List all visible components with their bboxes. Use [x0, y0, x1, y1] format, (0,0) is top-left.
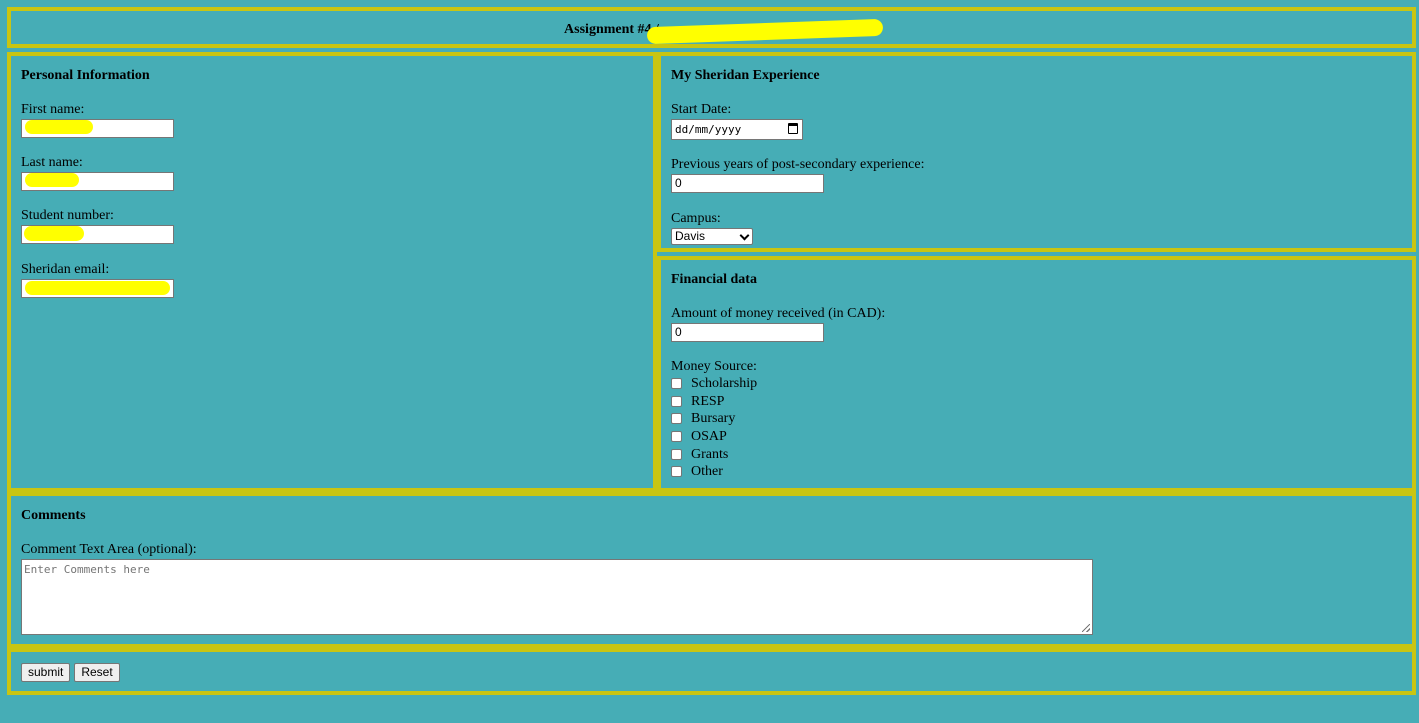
comment-textarea[interactable]: Enter Comments here [21, 559, 1093, 635]
amount-input[interactable]: 0 [671, 323, 824, 342]
personal-section-title: Personal Information [21, 68, 150, 83]
campus-selected-value: Davis [675, 229, 706, 243]
comments-panel: Comments Comment Text Area (optional): E… [7, 492, 1416, 648]
campus-label: Campus: [671, 211, 721, 226]
bursary-checkbox[interactable] [671, 413, 682, 424]
campus-select[interactable]: Davis [671, 228, 753, 245]
form-actions-panel: submit Reset [7, 648, 1416, 695]
osap-checkbox[interactable] [671, 431, 682, 442]
sheridan-experience-panel: My Sheridan Experience Start Date: dd/mm… [657, 52, 1416, 252]
resp-checkbox[interactable] [671, 396, 682, 407]
header-panel: Assignment #4 / [7, 7, 1416, 48]
redaction-mark [25, 120, 93, 134]
page-title-text: Assignment #4 / [564, 22, 659, 37]
years-experience-label: Previous years of post-secondary experie… [671, 157, 925, 172]
submit-button[interactable]: submit [21, 663, 70, 682]
chevron-down-icon [739, 230, 750, 241]
start-date-placeholder: dd/mm/yyyy [675, 123, 742, 136]
resize-grip-icon[interactable] [1082, 624, 1090, 632]
first-name-label: First name: [21, 102, 85, 117]
redaction-mark [25, 281, 170, 295]
comments-section-title: Comments [21, 508, 86, 523]
grants-label: Grants [691, 447, 729, 462]
sheridan-email-label: Sheridan email: [21, 262, 110, 277]
scholarship-checkbox[interactable] [671, 378, 682, 389]
student-number-label: Student number: [21, 208, 114, 223]
comment-placeholder: Enter Comments here [24, 563, 150, 576]
resp-label: RESP [691, 394, 725, 409]
years-experience-input[interactable]: 0 [671, 174, 824, 193]
money-source-label: Money Source: [671, 359, 757, 374]
start-date-input[interactable]: dd/mm/yyyy [671, 119, 803, 140]
calendar-icon[interactable] [788, 123, 798, 134]
grants-checkbox[interactable] [671, 449, 682, 460]
reset-button[interactable]: Reset [74, 663, 120, 682]
amount-label: Amount of money received (in CAD): [671, 306, 886, 321]
redaction-mark [25, 173, 79, 187]
bursary-label: Bursary [691, 411, 736, 426]
other-label: Other [691, 464, 723, 479]
scholarship-label: Scholarship [691, 376, 758, 391]
other-checkbox[interactable] [671, 466, 682, 477]
last-name-label: Last name: [21, 155, 83, 170]
osap-label: OSAP [691, 429, 727, 444]
experience-section-title: My Sheridan Experience [671, 68, 820, 83]
comment-textarea-label: Comment Text Area (optional): [21, 542, 197, 557]
redaction-mark [24, 226, 84, 241]
financial-data-panel: Financial data Amount of money received … [657, 256, 1416, 492]
start-date-label: Start Date: [671, 102, 732, 117]
financial-section-title: Financial data [671, 272, 757, 287]
personal-information-panel: Personal Information First name: Last na… [7, 52, 657, 492]
